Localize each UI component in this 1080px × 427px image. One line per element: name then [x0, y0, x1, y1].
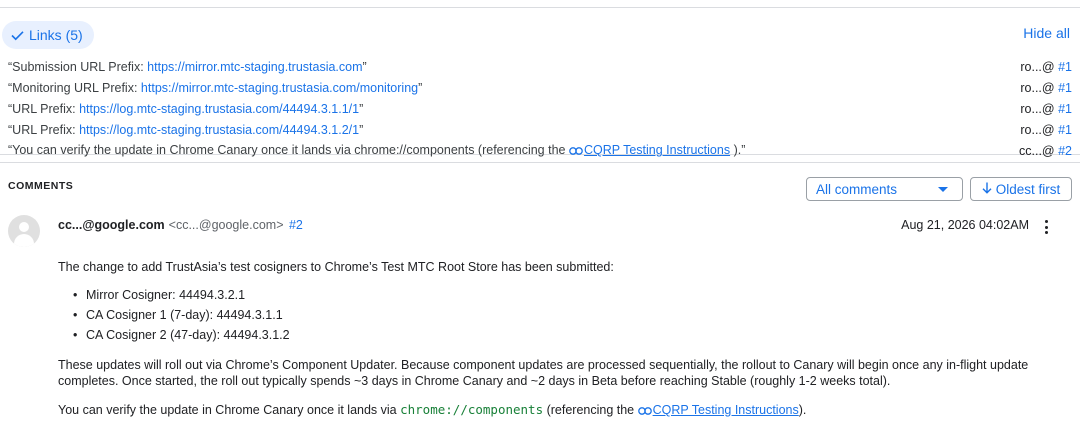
link-chain-icon	[569, 144, 583, 158]
link-suffix: ”	[359, 101, 364, 116]
link-user: ro...@	[1020, 80, 1055, 95]
comment-author: cc...@google.com	[58, 218, 165, 232]
sort-label: Oldest first	[995, 181, 1061, 197]
list-item: CA Cosigner 2 (47-day): 44494.3.1.2	[73, 325, 1072, 345]
comment-ref-link[interactable]: #1	[1058, 102, 1072, 116]
comment-timestamp: Aug 21, 2026 04:02AM	[901, 218, 1029, 232]
list-item: CA Cosigner 1 (7-day): 44494.3.1.1	[73, 305, 1072, 325]
link-prefix: “URL Prefix:	[8, 122, 80, 137]
link-suffix: ”	[362, 59, 367, 74]
link-row: “Monitoring URL Prefix: https://mirror.m…	[8, 77, 1072, 98]
comment-item: cc...@google.com <cc...@google.com> #2 Au…	[0, 203, 1080, 425]
link-url[interactable]: CQRP Testing Instructions	[569, 143, 730, 157]
more-vert-icon[interactable]	[1038, 218, 1054, 236]
instructions-link[interactable]: CQRP Testing Instructions	[637, 403, 799, 419]
link-url[interactable]: https://mirror.mtc-staging.trustasia.com	[147, 60, 362, 74]
comments-header: COMMENTS All comments Oldest first	[0, 163, 1080, 203]
comment-number-link[interactable]: #2	[289, 218, 303, 232]
link-suffix: ”	[359, 122, 364, 137]
arrow-down-icon	[982, 182, 992, 197]
link-prefix: “You can verify the update in Chrome Can…	[8, 143, 569, 157]
link-prefix: “Monitoring URL Prefix:	[8, 80, 141, 95]
comment-ref-link[interactable]: #1	[1058, 60, 1072, 74]
link-user: ro...@	[1020, 101, 1055, 116]
link-url[interactable]: https://mirror.mtc-staging.trustasia.com…	[141, 81, 418, 95]
link-prefix: “Submission URL Prefix:	[8, 59, 148, 74]
link-row: “You can verify the update in Chrome Can…	[8, 140, 1072, 161]
sort-order-button[interactable]: Oldest first	[970, 177, 1072, 201]
hide-all-link[interactable]: Hide all	[1023, 25, 1070, 41]
link-url[interactable]: https://log.mtc-staging.trustasia.com/44…	[79, 123, 359, 137]
avatar	[8, 215, 40, 247]
caret-down-icon	[938, 186, 948, 192]
comment-body: The change to add TrustAsia’s test cosig…	[58, 259, 1072, 419]
links-list: “Submission URL Prefix: https://mirror.m…	[8, 56, 1072, 161]
check-icon	[11, 30, 24, 41]
filter-value: All comments	[816, 181, 898, 197]
comment-ref-link[interactable]: #1	[1058, 123, 1072, 137]
comments-filter-dropdown[interactable]: All comments	[806, 177, 963, 201]
comments-title: COMMENTS	[8, 180, 74, 192]
links-section: Links (5) Hide all “Submission URL Prefi…	[0, 8, 1080, 158]
link-row: “Submission URL Prefix: https://mirror.m…	[8, 56, 1072, 77]
link-row: “URL Prefix: https://log.mtc-staging.tru…	[8, 98, 1072, 119]
links-chip-label: Links (5)	[29, 27, 83, 43]
comment-paragraph: You can verify the update in Chrome Cana…	[58, 402, 807, 419]
link-prefix: “URL Prefix:	[8, 101, 80, 116]
list-item: Mirror Cosigner: 44494.3.2.1	[73, 285, 1072, 305]
cosigner-list: Mirror Cosigner: 44494.3.2.1 CA Cosigner…	[73, 285, 1072, 345]
link-suffix: ”	[418, 80, 423, 95]
top-divider	[0, 0, 1080, 8]
link-url[interactable]: https://log.mtc-staging.trustasia.com/44…	[79, 102, 359, 116]
comment-paragraph: These updates will roll out via Chrome’s…	[58, 358, 1029, 388]
links-toggle-chip[interactable]: Links (5)	[2, 21, 94, 49]
comment-ref-link[interactable]: #2	[1058, 144, 1072, 158]
comment-ref-link[interactable]: #1	[1058, 81, 1072, 95]
link-user: ro...@	[1020, 122, 1055, 137]
link-user: ro...@	[1020, 59, 1055, 74]
link-chain-icon	[637, 403, 652, 419]
comment-author-email: <cc...@google.com>	[168, 218, 284, 232]
inline-code: chrome://components	[400, 402, 544, 417]
link-suffix: ).”	[730, 143, 746, 157]
comment-header: cc...@google.com <cc...@google.com> #2	[58, 218, 303, 232]
link-user: cc...@	[1019, 143, 1055, 158]
link-row: “URL Prefix: https://log.mtc-staging.tru…	[8, 119, 1072, 140]
comment-paragraph: The change to add TrustAsia’s test cosig…	[58, 260, 614, 274]
